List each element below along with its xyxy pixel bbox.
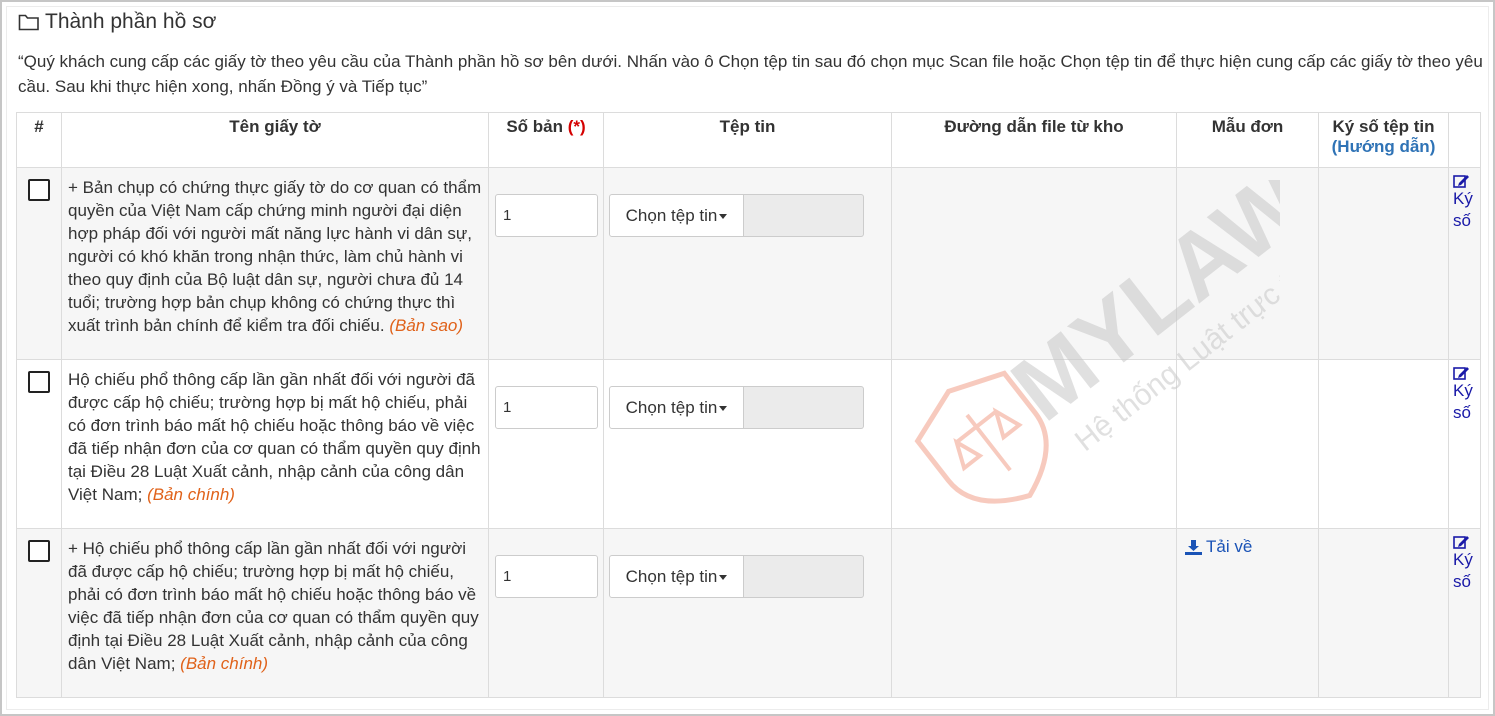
doc-name-cell: + Hộ chiếu phổ thông cấp lần gần nhất đố…	[61, 528, 489, 698]
doc-name: Hộ chiếu phổ thông cấp lần gần nhất đối …	[68, 370, 481, 504]
caret-down-icon	[719, 406, 728, 411]
doc-name: + Bản chụp có chứng thực giấy tờ do cơ q…	[68, 178, 482, 335]
file-name-display	[744, 386, 864, 429]
path-cell	[891, 167, 1177, 360]
copies-input[interactable]	[495, 194, 598, 237]
copies-cell	[488, 167, 604, 360]
header-sign-label: Ký số tệp tin	[1332, 117, 1435, 136]
download-icon	[1185, 539, 1202, 555]
choose-file-button[interactable]: Chọn tệp tin	[609, 386, 744, 429]
template-cell	[1176, 167, 1319, 360]
required-marker: (*)	[567, 117, 586, 136]
row-checkbox[interactable]	[28, 540, 50, 562]
row-select-cell	[16, 359, 62, 529]
download-label: Tải về	[1206, 537, 1253, 556]
sign-link[interactable]: Ký số	[1453, 535, 1480, 593]
header-path: Đường dẫn file từ kho	[891, 112, 1177, 168]
edit-icon	[1453, 175, 1469, 188]
doc-name: + Hộ chiếu phổ thông cấp lần gần nhất đố…	[68, 539, 479, 673]
doc-name-cell: + Bản chụp có chứng thực giấy tờ do cơ q…	[61, 167, 489, 360]
row-select-cell	[16, 528, 62, 698]
caret-down-icon	[719, 575, 728, 580]
choose-file-label: Chọn tệp tin	[625, 566, 718, 586]
sign-cell	[1318, 167, 1449, 360]
row-checkbox[interactable]	[28, 371, 50, 393]
choose-file-label: Chọn tệp tin	[625, 397, 718, 417]
edit-icon	[1453, 367, 1469, 380]
table-row: + Hộ chiếu phổ thông cấp lần gần nhất đố…	[16, 528, 1481, 698]
caret-down-icon	[719, 214, 728, 219]
file-cell: Chọn tệp tin	[603, 528, 892, 698]
sign-action-cell: Ký số	[1448, 528, 1481, 698]
copies-cell	[488, 359, 604, 529]
header-file: Tệp tin	[603, 112, 892, 168]
copies-input[interactable]	[495, 386, 598, 429]
copies-input[interactable]	[495, 555, 598, 598]
header-name: Tên giấy tờ	[61, 112, 489, 168]
sign-guide-link[interactable]: (Hướng dẫn)	[1323, 137, 1444, 157]
sign-link[interactable]: Ký số	[1453, 174, 1480, 232]
intro-text: “Quý khách cung cấp các giấy tờ theo yêu…	[18, 52, 1483, 96]
section-title: Thành phần hồ sơ	[18, 10, 216, 34]
sign-cell	[1318, 528, 1449, 698]
table-row: Hộ chiếu phổ thông cấp lần gần nhất đối …	[16, 359, 1481, 529]
doc-name-cell: Hộ chiếu phổ thông cấp lần gần nhất đối …	[61, 359, 489, 529]
sign-label: Ký số	[1453, 550, 1473, 591]
choose-file-label: Chọn tệp tin	[625, 205, 718, 225]
sign-action-cell: Ký số	[1448, 359, 1481, 529]
template-cell	[1176, 359, 1319, 529]
row-select-cell	[16, 167, 62, 360]
sign-link[interactable]: Ký số	[1453, 366, 1480, 424]
path-cell	[891, 528, 1177, 698]
doc-note: (Bản chính)	[147, 485, 235, 504]
row-checkbox[interactable]	[28, 179, 50, 201]
file-name-display	[744, 194, 864, 237]
header-sign: Ký số tệp tin (Hướng dẫn)	[1318, 112, 1449, 168]
table-row: + Bản chụp có chứng thực giấy tờ do cơ q…	[16, 167, 1481, 360]
header-template: Mẫu đơn	[1176, 112, 1319, 168]
sign-action-cell: Ký số	[1448, 167, 1481, 360]
choose-file-button[interactable]: Chọn tệp tin	[609, 194, 744, 237]
folder-open-icon	[18, 13, 40, 31]
doc-note: (Bản sao)	[389, 316, 464, 335]
table-header-row: # Tên giấy tờ Số bản (*) Tệp tin Đường d…	[16, 112, 1481, 168]
copies-cell	[488, 528, 604, 698]
template-cell: Tải về	[1176, 528, 1319, 698]
header-action	[1448, 112, 1481, 168]
file-cell: Chọn tệp tin	[603, 359, 892, 529]
header-index: #	[16, 112, 62, 168]
section-title-text: Thành phần hồ sơ	[45, 10, 217, 33]
sign-label: Ký số	[1453, 381, 1473, 422]
download-template-link[interactable]: Tải về	[1185, 537, 1318, 557]
file-cell: Chọn tệp tin	[603, 167, 892, 360]
header-copies-label: Số bản	[506, 117, 563, 136]
path-cell	[891, 359, 1177, 529]
edit-icon	[1453, 536, 1469, 549]
header-copies: Số bản (*)	[488, 112, 604, 168]
file-name-display	[744, 555, 864, 598]
doc-note: (Bản chính)	[180, 654, 269, 673]
sign-cell	[1318, 359, 1449, 529]
sign-label: Ký số	[1453, 189, 1473, 230]
documents-table: # Tên giấy tờ Số bản (*) Tệp tin Đường d…	[16, 112, 1481, 698]
choose-file-button[interactable]: Chọn tệp tin	[609, 555, 744, 598]
